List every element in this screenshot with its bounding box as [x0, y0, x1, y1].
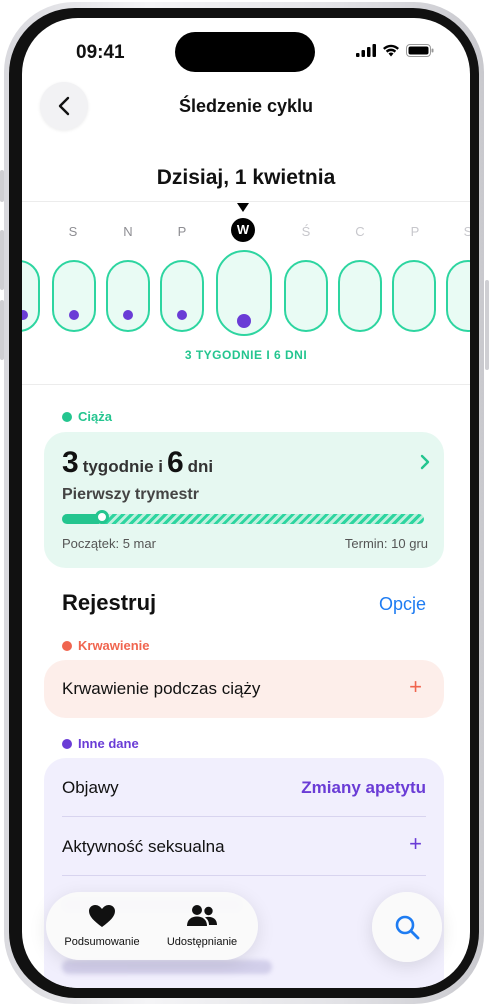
days-count: 6 — [166, 446, 184, 479]
weekday-label: Ś — [301, 224, 311, 239]
symptoms-row[interactable]: Objawy Zmiany apetytu — [62, 758, 426, 816]
search-icon — [395, 915, 420, 940]
weekday-label: S — [68, 224, 78, 239]
screen: 09:41 Śledzenie cyklu Dzisiaj, 1 kwietni… — [22, 18, 470, 988]
dynamic-island — [175, 32, 315, 72]
pregnancy-progress-bar — [62, 510, 424, 524]
today-indicator-arrow — [237, 203, 249, 212]
period-dot — [123, 310, 133, 320]
add-bleeding-button[interactable]: + — [409, 674, 422, 700]
tab-summary-label: Podsumowanie — [64, 936, 140, 948]
people-icon — [187, 905, 217, 926]
tab-sharing[interactable]: Udostępnianie — [152, 900, 252, 952]
sexual-activity-row[interactable]: Aktywność seksualna + — [62, 817, 426, 875]
weekday-label: C — [355, 224, 365, 239]
status-icons — [356, 44, 434, 57]
weeks-unit: tygodnie i — [82, 457, 163, 476]
pregnancy-card[interactable]: 3 tygodnie i 6 dni Pierwszy trymestr Poc… — [44, 432, 444, 568]
phone-side-button — [0, 300, 4, 360]
log-title: Rejestruj — [62, 590, 157, 615]
period-dot — [69, 310, 79, 320]
wifi-icon — [383, 44, 399, 57]
day-cell-today[interactable] — [216, 250, 272, 336]
bleeding-section-text: Krwawienie — [78, 638, 150, 653]
other-bullet-icon — [62, 738, 72, 749]
start-date-label: Początek: 5 mar — [62, 536, 156, 551]
obscured-row-placeholder — [62, 960, 272, 974]
tab-bar: Podsumowanie Udostępnianie — [46, 892, 258, 960]
weeks-count: 3 — [62, 446, 79, 479]
day-cell[interactable] — [446, 260, 470, 332]
day-cell[interactable] — [52, 260, 96, 332]
pregnancy-duration-caption: 3 TYGODNIE I 6 DNI — [184, 348, 308, 362]
pregnancy-duration: 3 tygodnie i 6 dni — [62, 446, 213, 480]
trimester-label: Pierwszy trymestr — [62, 486, 199, 503]
symptoms-label: Objawy — [62, 778, 119, 797]
day-cell[interactable] — [284, 260, 328, 332]
tab-sharing-label: Udostępnianie — [166, 936, 238, 948]
divider — [22, 201, 470, 202]
period-dot — [22, 310, 28, 320]
weekday-label: P — [22, 224, 30, 239]
weekday-label: S — [463, 224, 470, 239]
status-bar: 09:41 — [22, 18, 470, 74]
weekday-label: P — [410, 224, 420, 239]
days-unit: dni — [187, 457, 214, 476]
day-cell[interactable] — [392, 260, 436, 332]
symptoms-value[interactable]: Zmiany apetytu — [301, 778, 426, 798]
search-button[interactable] — [372, 892, 442, 962]
day-cell[interactable] — [106, 260, 150, 332]
bleeding-bullet-icon — [62, 640, 72, 651]
status-time: 09:41 — [76, 42, 125, 63]
battery-icon — [406, 44, 434, 57]
progress-knob — [94, 510, 109, 524]
day-cell[interactable] — [160, 260, 204, 332]
sexual-activity-label: Aktywność seksualna — [62, 837, 225, 856]
day-cell[interactable] — [338, 260, 382, 332]
cellular-signal-icon — [356, 44, 376, 57]
navigation-bar: Śledzenie cyklu — [22, 82, 470, 130]
pregnancy-section-label: Ciąża — [62, 409, 112, 424]
page-title: Śledzenie cyklu — [178, 96, 314, 116]
options-button[interactable]: Opcje — [379, 594, 426, 615]
due-date-label: Termin: 10 gru — [344, 536, 428, 551]
divider — [22, 384, 470, 385]
phone-side-button — [485, 280, 489, 370]
heart-icon — [89, 905, 115, 927]
weekday-label-today: W — [231, 218, 255, 242]
chevron-right-icon[interactable] — [420, 454, 430, 475]
date-title: Dzisiaj, 1 kwietnia — [156, 166, 336, 189]
phone-side-button — [0, 230, 4, 290]
weekday-label: P — [177, 224, 187, 239]
bleeding-row[interactable]: Krwawienie podczas ciąży + — [44, 660, 444, 718]
tab-summary[interactable]: Podsumowanie — [52, 900, 152, 952]
bleeding-section-label: Krwawienie — [62, 638, 150, 653]
day-cell[interactable] — [22, 260, 40, 332]
phone-side-button — [0, 170, 4, 202]
bleeding-row-label: Krwawienie podczas ciąży — [62, 679, 261, 698]
period-dot — [177, 310, 187, 320]
other-section-text: Inne dane — [78, 736, 139, 751]
add-sexual-activity-button[interactable]: + — [409, 831, 422, 857]
pregnancy-section-text: Ciąża — [78, 409, 112, 424]
period-dot — [237, 314, 251, 328]
pregnancy-bullet-icon — [62, 411, 72, 422]
other-section-label: Inne dane — [62, 736, 139, 751]
weekday-label: N — [123, 224, 133, 239]
